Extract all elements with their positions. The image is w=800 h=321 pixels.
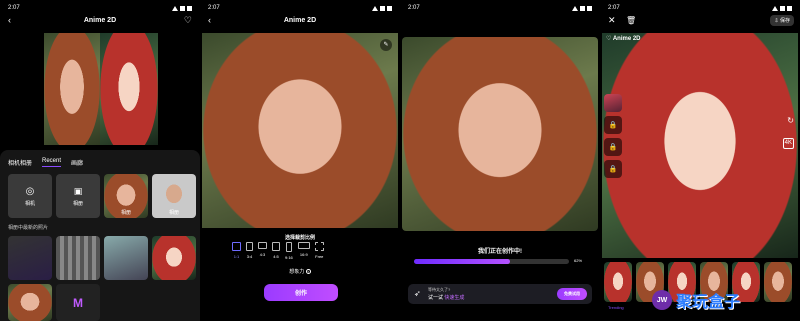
- close-icon[interactable]: ✕: [608, 16, 616, 25]
- crop-option-3-4[interactable]: 3:4: [246, 242, 253, 260]
- trending-label: Trending: [608, 305, 624, 310]
- anime-result-image: ♡ Anime 2D: [602, 33, 798, 258]
- create-button[interactable]: 创作: [264, 284, 338, 301]
- result-screen: 2:07 ✕ 🗑 ⇩ 保存 ♡ Anime 2D 🔒 🔒 🔒 ↻ 4K Tren…: [600, 0, 800, 321]
- watermark: JW 聚玩盒子: [652, 288, 740, 312]
- watermark-text: 聚玩盒子: [676, 294, 741, 311]
- source-tabs: 相机相册 Recent 画廊: [8, 158, 83, 167]
- page-title: Anime 2D: [83, 17, 117, 24]
- progress-bar: [414, 259, 569, 264]
- crop-option-16-9[interactable]: 16:9: [297, 242, 310, 260]
- crop-option-free[interactable]: Free: [314, 242, 324, 260]
- image-icon: ▣: [73, 185, 83, 196]
- heart-icon[interactable]: ♡: [606, 36, 611, 42]
- style-title: Anime 2D: [612, 36, 641, 42]
- save-button[interactable]: ⇩ 保存: [770, 15, 794, 26]
- album-photo-2[interactable]: 相册: [152, 174, 196, 218]
- generating-screen: 2:07 我们正在创作中! 62% ➶ 等待太久了? 试一试 快速生成 免费试用: [400, 0, 600, 321]
- rocket-icon: ➶: [414, 289, 421, 298]
- recent-photo-2[interactable]: [56, 236, 100, 280]
- delete-icon[interactable]: 🗑: [626, 16, 636, 25]
- heart-icon[interactable]: ♡: [184, 16, 192, 25]
- page-title: Anime 2D: [283, 17, 317, 24]
- progress-fill: [414, 259, 511, 264]
- screenshot-strip: 2:07 ‹ Anime 2D ♡ 相机相册 Recent 画廊 ◎ 相机 ▣ …: [0, 0, 800, 321]
- tab-camera-album[interactable]: 相机相册: [8, 158, 32, 167]
- crop-option-4-5[interactable]: 4:5: [272, 242, 280, 260]
- watermark-logo: JW: [652, 290, 672, 310]
- fast-generate-banner: ➶ 等待太久了? 试一试 快速生成 免费试用: [408, 284, 592, 304]
- crop-option-9-16[interactable]: 9:16: [285, 242, 293, 260]
- style-thumb[interactable]: [764, 262, 792, 302]
- status-bar: 2:07: [8, 3, 192, 13]
- help-icon[interactable]: ?: [305, 269, 311, 274]
- crop-heading: 选择裁剪比例: [284, 235, 315, 241]
- lock-icon[interactable]: 🔒: [604, 138, 622, 156]
- variant-thumb-active[interactable]: [604, 94, 622, 112]
- sample-anime-photo: [100, 33, 158, 145]
- fantasy-row: 想象力 ?: [200, 268, 400, 275]
- crop-option-1-1[interactable]: 1:1: [232, 242, 241, 260]
- crop-options: 1:1 3:4 4:3 4:5 9:16 16:9 Free: [232, 242, 324, 260]
- recent-photo-5[interactable]: [8, 284, 52, 321]
- top-bar: ‹ Anime 2D ♡: [0, 14, 200, 30]
- crop-option-4-3[interactable]: 4:3: [258, 242, 267, 260]
- crop-screen: 2:07 ‹ Anime 2D ✎ 选择裁剪比例 1:1 3:4 4:3 4:5…: [200, 0, 400, 321]
- album-tile[interactable]: ▣ 相册: [56, 174, 100, 218]
- banner-line1: 等待太久了?: [428, 287, 451, 292]
- recent-photo-1[interactable]: [8, 236, 52, 280]
- album-label: 相册: [72, 200, 83, 207]
- sample-real-photo: [44, 33, 100, 145]
- progress-label: 62%: [574, 258, 583, 263]
- source-photo: [402, 37, 598, 231]
- creating-text: 我们正在创作中!: [478, 249, 522, 255]
- photo-picker-screen: 2:07 ‹ Anime 2D ♡ 相机相册 Recent 画廊 ◎ 相机 ▣ …: [0, 0, 200, 321]
- download-icon: ⇩: [774, 18, 779, 24]
- camera-tile[interactable]: ◎ 相机: [8, 174, 52, 218]
- camera-icon: ◎: [25, 185, 35, 197]
- edit-icon[interactable]: ✎: [380, 39, 392, 51]
- status-time: 2:07: [8, 5, 20, 11]
- free-trial-button[interactable]: 免费试用: [557, 288, 587, 300]
- recent-photo-4[interactable]: [152, 236, 196, 280]
- tab-gallery[interactable]: 画廊: [71, 158, 83, 167]
- crop-preview-photo[interactable]: ✎: [202, 33, 398, 228]
- banner-line2a: 试一试: [428, 295, 444, 301]
- lock-icon[interactable]: 🔒: [604, 160, 622, 178]
- recent-heading: 相册中最新的照片: [8, 225, 49, 231]
- lock-icon[interactable]: 🔒: [604, 116, 622, 134]
- album-photo-1[interactable]: 相册: [104, 174, 148, 218]
- picker-sheet: 相机相册 Recent 画廊 ◎ 相机 ▣ 相册 相册 相册 相册中最新的照片: [0, 150, 200, 321]
- tab-recent[interactable]: Recent: [42, 158, 62, 167]
- recent-photo-3[interactable]: [104, 236, 148, 280]
- app-logo-icon[interactable]: M: [56, 284, 100, 321]
- fantasy-label: 想象力: [289, 269, 305, 275]
- banner-line2b: 快速生成: [444, 295, 465, 301]
- hd-icon[interactable]: 4K: [782, 138, 794, 149]
- style-thumb[interactable]: [604, 262, 632, 302]
- camera-label: 相机: [24, 200, 35, 207]
- redo-icon[interactable]: ↻: [787, 116, 794, 125]
